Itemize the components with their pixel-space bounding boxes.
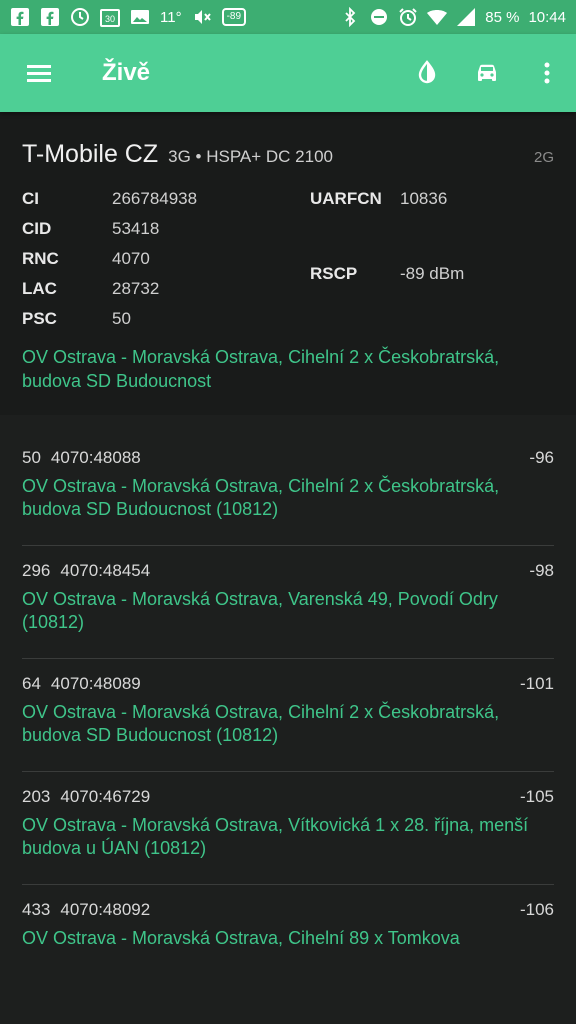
neighbour-signal: -101 [519,674,554,693]
cell-params-right: UARFCN 10836 RSCP -89 dBm [310,187,550,331]
list-item[interactable]: 50 4070:48088 -96 OV Ostrava - Moravská … [22,433,554,546]
list-item[interactable]: 433 4070:48092 -106 OV Ostrava - Moravsk… [22,885,554,974]
list-item[interactable]: 203 4070:46729 -105 OV Ostrava - Moravsk… [22,772,554,885]
param-value: 28732 [112,279,160,298]
app-bar: Živě [0,34,576,112]
param-key: RSCP [310,264,358,283]
list-item[interactable]: 296 4070:48454 -98 OV Ostrava - Moravská… [22,546,554,659]
neighbour-address: OV Ostrava - Moravská Ostrava, Vítkovick… [22,815,529,858]
operator-name: T-Mobile CZ [22,140,159,168]
neighbour-psc: 433 [22,900,51,919]
neighbour-psc: 50 [22,448,41,467]
brightness-icon [418,60,436,84]
menu-button[interactable] [24,58,54,88]
param-value: 50 [112,309,131,328]
neighbour-cell-id: 4070:48454 [60,561,151,580]
param-key: PSC [22,309,57,328]
cell-params-left: CI 266784938 CID 53418 RNC 4070 LAC 2873… [22,187,310,331]
param-value: 53418 [112,219,160,238]
network-technology: 3G • HSPA+ DC 2100 [168,147,333,166]
param-key: RNC [22,249,59,268]
wifi-icon [427,7,448,27]
car-mode-button[interactable] [472,58,502,88]
bluetooth-icon [340,7,360,27]
neighbour-signal: -106 [519,900,554,919]
system-icons: 85 % 10:44 [340,7,566,27]
notification-icons: 30 11° -89 [10,7,247,27]
param-value: -89 dBm [400,264,465,283]
neighbour-signal: -96 [529,448,554,467]
alarm-icon [398,7,418,27]
calendar-icon: 30 [100,7,120,27]
neighbour-address: OV Ostrava - Moravská Ostrava, Cihelní 2… [22,476,500,519]
param-value: 10836 [400,189,448,208]
neighbour-cell-id: 4070:48092 [60,900,151,919]
neighbour-psc: 64 [22,674,41,693]
overflow-menu-button[interactable] [532,58,562,88]
cell-signal-icon [456,7,476,27]
dnd-icon [369,7,389,27]
neighbour-signal: -105 [519,787,554,806]
facebook-icon [10,7,30,27]
menu-icon [27,65,51,82]
neighbour-psc: 203 [22,787,51,806]
param-value: 266784938 [112,189,198,208]
param-key: UARFCN [310,189,382,208]
battery-percent: 85 % [485,8,520,26]
car-icon [478,64,496,81]
image-icon [130,7,150,27]
neighbour-address: OV Ostrava - Moravská Ostrava, Cihelní 2… [22,702,500,745]
param-key: CID [22,219,52,238]
page-title: Živě [102,59,151,86]
signal-badge: -89 [221,8,247,26]
temperature: 11° [160,8,182,26]
status-bar: 30 11° -89 85 % 10:44 [0,0,576,34]
clock: 10:44 [528,8,566,26]
neighbour-cell-id: 4070:46729 [60,787,151,806]
neighbour-psc: 296 [22,561,51,580]
serving-cell-card[interactable]: T-Mobile CZ 3G • HSPA+ DC 2100 2G CI 266… [0,112,576,415]
neighbour-cell-list: 50 4070:48088 -96 OV Ostrava - Moravská … [0,415,576,974]
list-item[interactable]: 64 4070:48089 -101 OV Ostrava - Moravská… [22,659,554,772]
more-vert-icon [544,62,550,84]
calendar-day: 30 [105,14,115,24]
secondary-technology: 2G [533,149,554,166]
neighbour-address: OV Ostrava - Moravská Ostrava, Varenská … [22,589,498,632]
neighbour-cell-id: 4070:48088 [50,448,141,467]
circle-icon [70,7,90,27]
param-value: 4070 [112,249,150,268]
neighbour-cell-id: 4070:48089 [50,674,141,693]
neighbour-address: OV Ostrava - Moravská Ostrava, Cihelní 8… [22,928,460,948]
param-key: LAC [22,279,57,298]
brightness-button[interactable] [412,58,442,88]
neighbour-signal: -98 [529,561,554,580]
mute-icon [192,7,212,27]
serving-cell-address: OV Ostrava - Moravská Ostrava, Cihelní 2… [22,347,500,391]
facebook-icon [40,7,60,27]
param-key: CI [22,189,39,208]
